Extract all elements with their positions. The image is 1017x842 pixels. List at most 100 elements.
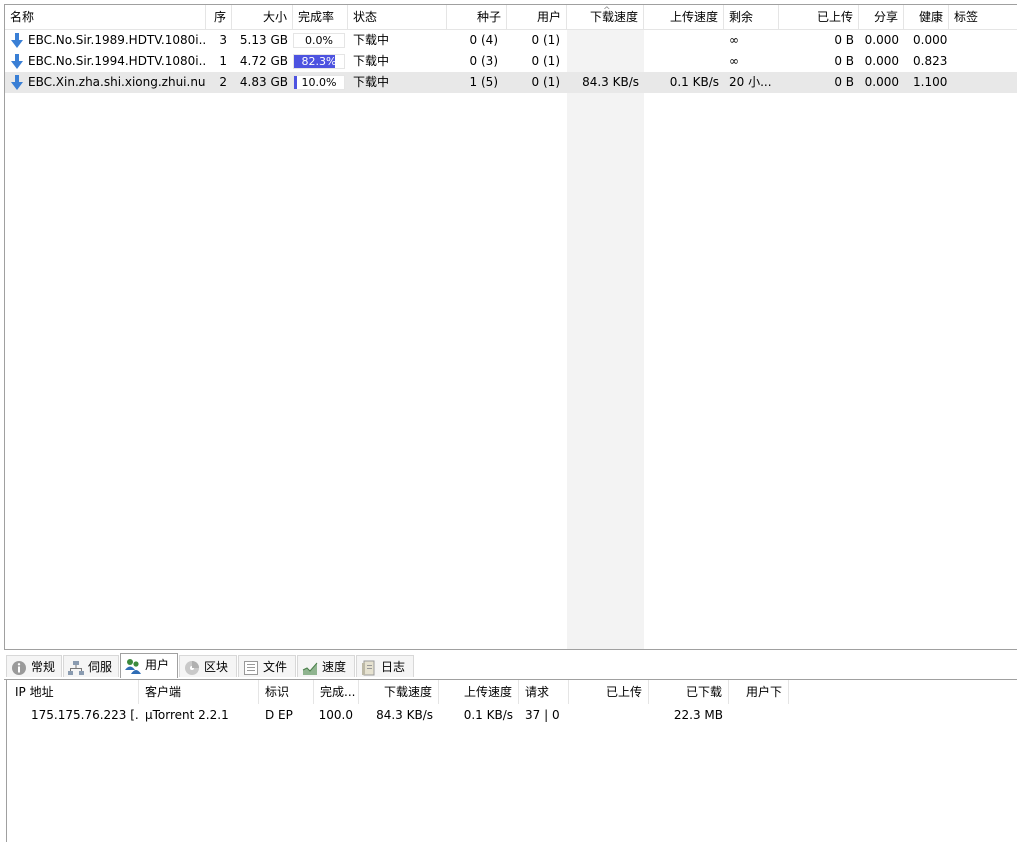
torrent-row[interactable]: EBC.No.Sir.1989.HDTV.1080i.... 3 5.13 GB… (5, 30, 1017, 51)
tab-label: 常规 (31, 660, 56, 674)
torrent-down-speed: 84.3 KB/s (582, 75, 639, 89)
detail-tabs: 常规 伺服 用户 区块 文件 速度 日志 (4, 653, 1017, 680)
torrent-peers: 0 (1) (531, 33, 560, 47)
progress-bar: 0.0% (293, 33, 345, 48)
sort-ascending-icon: ^ (603, 6, 611, 16)
col-header-down-speed[interactable]: ^ 下载速度 (567, 5, 644, 29)
torrent-ratio: 0.000 (864, 75, 899, 89)
torrent-up-speed (644, 51, 724, 72)
torrent-queue: 1 (219, 54, 227, 68)
torrent-row[interactable]: EBC.Xin.zha.shi.xiong.zhui.nu.... 2 4.83… (5, 72, 1017, 93)
torrent-ratio: 0.000 (864, 33, 899, 47)
pieces-icon (185, 660, 199, 675)
torrent-queue: 2 (219, 75, 227, 89)
download-arrow-icon (11, 33, 23, 48)
torrent-ratio: 0.000 (864, 54, 899, 68)
logger-icon (362, 660, 375, 675)
tab-speed[interactable]: 速度 (297, 655, 355, 677)
speed-graph-icon (302, 662, 318, 675)
torrent-row[interactable]: EBC.No.Sir.1994.HDTV.1080i.... 1 4.72 GB… (5, 51, 1017, 72)
torrent-status: 下载中 (353, 54, 390, 68)
col-header-done[interactable]: 完成率 (293, 5, 348, 29)
col-header-label[interactable]: 标签 (949, 5, 1017, 29)
progress-text: 0.0% (305, 34, 333, 47)
col-header-status[interactable]: 状态 (348, 5, 447, 29)
tab-general[interactable]: 常规 (6, 655, 62, 677)
col-header-eta[interactable]: 剩余 (724, 5, 779, 29)
col-header-client[interactable]: 客户端 (139, 680, 259, 704)
tab-label: 日志 (381, 660, 406, 674)
col-header-peer-up-speed[interactable]: 上传速度 (439, 680, 519, 704)
torrent-up-speed (644, 30, 724, 51)
torrent-status: 下载中 (353, 75, 390, 89)
tab-label: 文件 (263, 660, 288, 674)
col-header-down-speed-label: 下载速度 (589, 10, 638, 24)
col-header-ip[interactable]: IP 地址 (7, 680, 139, 704)
progress-bar-fill (294, 76, 297, 89)
tab-label: 速度 (322, 660, 347, 674)
download-arrow-icon (11, 54, 23, 69)
tab-trackers[interactable]: 伺服 (63, 655, 119, 677)
progress-text: 82.3% (301, 55, 337, 68)
trackers-icon (68, 660, 84, 675)
col-header-flags[interactable]: 标识 (259, 680, 314, 704)
torrent-size: 4.83 GB (239, 75, 288, 89)
torrent-status: 下载中 (353, 33, 390, 47)
col-header-peer-downloaded[interactable]: 已下载 (649, 680, 729, 704)
torrent-list[interactable]: 名称 序 大小 完成率 状态 种子 用户 ^ 下载速度 上传速度 剩余 已上传 … (4, 4, 1017, 650)
torrent-up-speed: 0.1 KB/s (669, 75, 719, 89)
torrent-uploaded: 0 B (834, 75, 854, 89)
torrent-size: 5.13 GB (239, 33, 288, 47)
col-header-queue[interactable]: 序 (206, 5, 232, 29)
torrent-uploaded: 0 B (834, 54, 854, 68)
torrent-availability: 1.100 (913, 75, 948, 89)
peer-reqs: 37 | 0 (525, 708, 560, 722)
tab-label: 区块 (204, 660, 229, 674)
col-header-peers[interactable]: 用户 (507, 5, 567, 29)
col-header-size[interactable]: 大小 (232, 5, 293, 29)
col-header-ratio[interactable]: 分享 (859, 5, 904, 29)
torrent-seeds: 0 (3) (469, 54, 498, 68)
col-header-availability[interactable]: 健康 (904, 5, 949, 29)
peer-percent: 100.0 (318, 708, 353, 722)
torrent-peers: 0 (1) (531, 75, 560, 89)
col-header-reqs[interactable]: 请求 (519, 680, 569, 704)
torrent-eta: ∞ (729, 33, 739, 47)
torrent-name: EBC.No.Sir.1989.HDTV.1080i.... (28, 33, 206, 47)
torrent-name: EBC.Xin.zha.shi.xiong.zhui.nu.... (28, 75, 206, 89)
tab-logger[interactable]: 日志 (356, 655, 414, 677)
peer-downloaded: 22.3 MB (673, 708, 723, 722)
col-header-peer-dl[interactable]: 用户下 (729, 680, 789, 704)
torrent-availability: 0.823 (913, 54, 948, 68)
torrent-name: EBC.No.Sir.1994.HDTV.1080i.... (28, 54, 206, 68)
peer-dl (729, 704, 789, 726)
col-header-name[interactable]: 名称 (5, 5, 206, 29)
peer-uploaded (569, 704, 649, 726)
col-header-seeds[interactable]: 种子 (447, 5, 507, 29)
torrent-peers: 0 (1) (531, 54, 560, 68)
torrent-list-header: 名称 序 大小 完成率 状态 种子 用户 ^ 下载速度 上传速度 剩余 已上传 … (5, 5, 1017, 30)
download-arrow-icon (11, 75, 23, 90)
tab-files[interactable]: 文件 (238, 655, 296, 677)
peer-row[interactable]: 175.175.76.223 [... µTorrent 2.2.1 D EP … (7, 704, 1017, 726)
progress-bar: 10.0% (293, 75, 345, 90)
tab-pieces[interactable]: 区块 (179, 655, 237, 677)
torrent-size: 4.72 GB (239, 54, 288, 68)
tab-label: 用户 (145, 658, 170, 672)
sorted-column-highlight (567, 30, 644, 649)
tab-peers[interactable]: 用户 (120, 653, 178, 678)
peers-list[interactable]: IP 地址 客户端 标识 完成... 下载速度 上传速度 请求 已上传 已下载 … (6, 680, 1017, 842)
col-header-up-speed[interactable]: 上传速度 (644, 5, 724, 29)
col-header-uploaded[interactable]: 已上传 (779, 5, 859, 29)
progress-text: 10.0% (301, 76, 337, 89)
tab-label: 伺服 (88, 660, 113, 674)
col-header-percent[interactable]: 完成... (314, 680, 359, 704)
torrent-seeds: 1 (5) (469, 75, 498, 89)
files-icon (244, 660, 258, 675)
peers-icon (125, 658, 141, 674)
peer-up-speed: 0.1 KB/s (463, 708, 513, 722)
col-header-peer-uploaded[interactable]: 已上传 (569, 680, 649, 704)
torrent-seeds: 0 (4) (469, 33, 498, 47)
col-header-peer-down-speed[interactable]: 下载速度 (359, 680, 439, 704)
peers-list-header: IP 地址 客户端 标识 完成... 下载速度 上传速度 请求 已上传 已下载 … (7, 680, 1017, 704)
